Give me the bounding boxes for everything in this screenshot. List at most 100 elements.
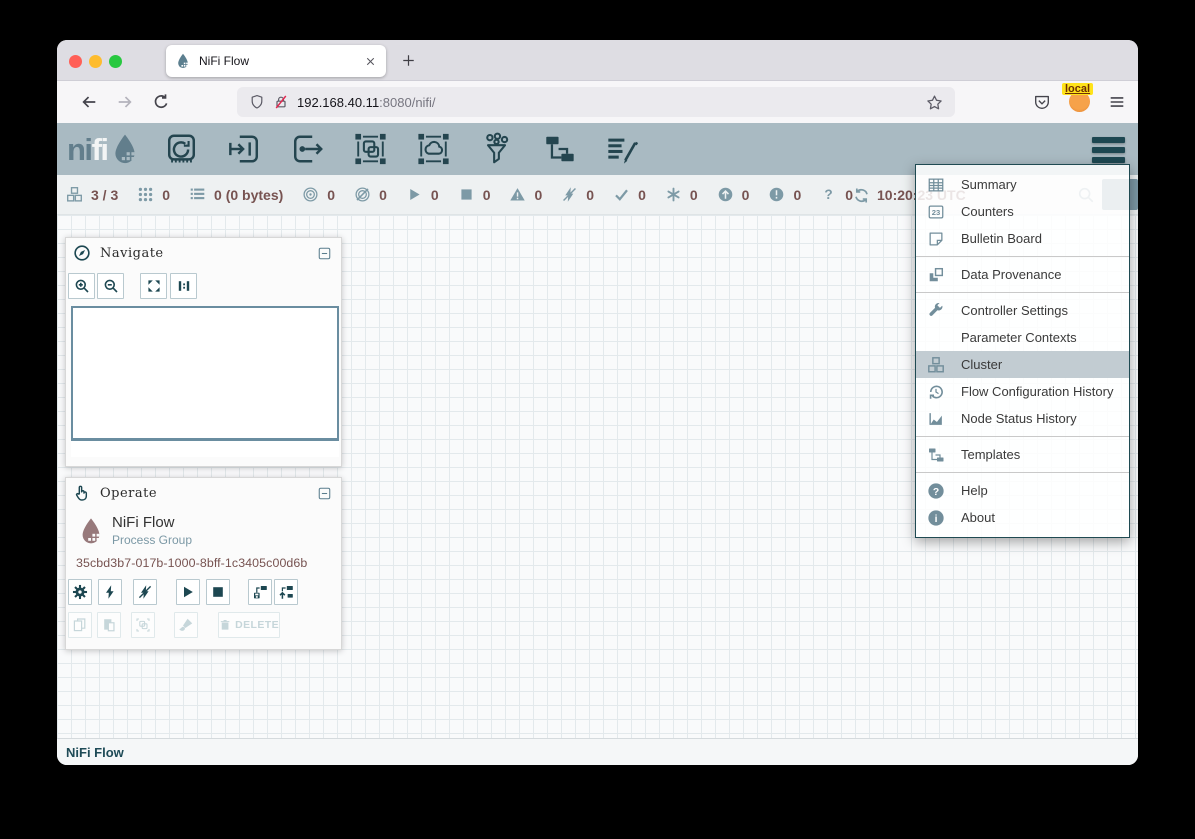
refresh-icon[interactable] — [853, 187, 870, 204]
menu-item-node-status-history[interactable]: Node Status History — [916, 405, 1129, 432]
brush-icon — [178, 617, 194, 633]
toolbar-template[interactable] — [542, 132, 577, 166]
status-running: 0 — [406, 186, 439, 203]
flow-id: 35cbd3b7-017b-1000-8bff-1c3405c00d6b — [76, 556, 341, 570]
status-stale: 0 — [717, 186, 750, 203]
nifi-favicon — [175, 53, 191, 69]
status-transmitting: 0 — [302, 186, 335, 203]
info-circle-icon: i — [926, 509, 946, 527]
arrow-up-circle-icon — [717, 186, 734, 203]
menu-item-templates[interactable]: Templates — [916, 441, 1129, 468]
window-zoom-button[interactable] — [109, 55, 122, 68]
menu-section: Controller Settings Parameter Contexts Clu… — [916, 292, 1129, 436]
copy-button[interactable] — [68, 612, 92, 638]
toolbar-processor[interactable] — [164, 132, 199, 166]
process-group-drop-icon — [77, 515, 105, 547]
toolbar-label[interactable] — [605, 132, 640, 166]
tab-close-icon[interactable] — [364, 55, 377, 68]
global-menu: Summary23CountersBulletin Board Data Prov… — [915, 164, 1130, 538]
global-menu-button[interactable] — [1092, 137, 1125, 163]
menu-section: Templates — [916, 436, 1129, 472]
delete-button-label: DELETE — [235, 619, 279, 631]
status-locally-modified-stale: 0 — [768, 186, 801, 203]
menu-item-cluster[interactable]: Cluster — [916, 351, 1129, 378]
operate-panel: Operate NiFi Flow Process Group 35cbd3b7… — [65, 477, 342, 650]
disable-button[interactable] — [133, 579, 157, 605]
toolbar-input-port[interactable] — [227, 132, 262, 166]
menu-section: Summary23CountersBulletin Board — [916, 167, 1129, 256]
menu-item-label: Cluster — [961, 357, 1002, 372]
zoom-fit-button[interactable] — [140, 273, 167, 299]
pocket-icon[interactable] — [1033, 93, 1051, 111]
bookmark-star-icon[interactable] — [926, 94, 943, 111]
menu-item-about[interactable]: i About — [916, 504, 1129, 531]
back-button[interactable] — [80, 93, 98, 111]
menu-section: ?Help i About — [916, 472, 1129, 535]
menu-item-label: Templates — [961, 447, 1020, 462]
threads-grid-icon — [137, 186, 154, 203]
zoom-in-button[interactable] — [68, 273, 95, 299]
paste-button[interactable] — [97, 612, 121, 638]
url-bar[interactable]: 192.168.40.11:8080/nifi/ — [237, 87, 955, 117]
stop-button[interactable] — [206, 579, 230, 605]
nifi-logo-text-fi: fi — [92, 134, 108, 165]
start-button[interactable] — [176, 579, 200, 605]
status-stopped-value: 0 — [483, 187, 491, 203]
menu-item-label: Parameter Contexts — [961, 330, 1077, 345]
hand-pointer-icon — [73, 484, 91, 502]
bulletin-note-icon — [926, 230, 946, 248]
menu-item-controller-settings[interactable]: Controller Settings — [916, 297, 1129, 324]
cluster-cubes-icon — [66, 186, 83, 203]
status-active-threads-value: 0 — [162, 187, 170, 203]
no-icon — [926, 329, 946, 347]
firefox-menu-icon[interactable] — [1108, 93, 1126, 111]
copy-pages-icon — [72, 617, 88, 633]
collapse-navigate-icon[interactable] — [317, 246, 332, 261]
menu-item-parameter-contexts[interactable]: Parameter Contexts — [916, 324, 1129, 351]
menu-item-help[interactable]: ?Help — [916, 477, 1129, 504]
forward-button[interactable] — [116, 93, 134, 111]
toolbar-remote-process-group[interactable] — [416, 132, 451, 166]
menu-item-summary[interactable]: Summary — [916, 171, 1129, 198]
upload-template-button[interactable] — [274, 579, 298, 605]
browser-nav-bar: 192.168.40.11:8080/nifi/ local — [57, 81, 1138, 123]
zoom-out-button[interactable] — [97, 273, 124, 299]
status-not-transmitting: 0 — [354, 186, 387, 203]
selected-flow-card: NiFi Flow Process Group — [66, 508, 341, 547]
url-path: :8080/nifi/ — [379, 95, 435, 110]
toolbar-output-port[interactable] — [290, 132, 325, 166]
gear-icon — [72, 584, 88, 600]
birdseye-minimap[interactable] — [71, 306, 339, 441]
shield-icon[interactable] — [249, 94, 265, 110]
enable-button[interactable] — [98, 579, 122, 605]
menu-item-label: About — [961, 510, 995, 525]
menu-item-counters[interactable]: 23Counters — [916, 198, 1129, 225]
status-sync-failure: ?0 — [820, 186, 853, 203]
warn-triangle-icon — [509, 186, 526, 203]
cluster-cubes-icon — [926, 356, 946, 374]
group-button[interactable] — [131, 612, 155, 638]
toolbar-funnel[interactable] — [479, 132, 514, 166]
toolbar-process-group[interactable] — [353, 132, 388, 166]
one-one-icon — [176, 278, 192, 294]
nifi-drop-icon — [109, 131, 141, 167]
collapse-operate-icon[interactable] — [317, 486, 332, 501]
area-chart-icon — [926, 410, 946, 428]
menu-item-flow-configuration-history[interactable]: Flow Configuration History — [916, 378, 1129, 405]
configuration-button[interactable] — [68, 579, 92, 605]
status-up-to-date-value: 0 — [638, 187, 646, 203]
new-tab-button[interactable] — [401, 53, 416, 68]
browser-tab[interactable]: NiFi Flow — [166, 45, 386, 77]
save-template-button[interactable] — [248, 579, 272, 605]
delete-button[interactable]: DELETE — [218, 612, 280, 638]
window-close-button[interactable] — [69, 55, 82, 68]
change-color-button[interactable] — [174, 612, 198, 638]
breadcrumb-root[interactable]: NiFi Flow — [66, 745, 124, 760]
fit-screen-icon — [146, 278, 162, 294]
menu-item-bulletin-board[interactable]: Bulletin Board — [916, 225, 1129, 252]
window-minimize-button[interactable] — [89, 55, 102, 68]
reload-button[interactable] — [152, 93, 170, 111]
zoom-actual-button[interactable] — [170, 273, 197, 299]
insecure-lock-icon[interactable] — [273, 94, 289, 110]
menu-item-data-provenance[interactable]: Data Provenance — [916, 261, 1129, 288]
